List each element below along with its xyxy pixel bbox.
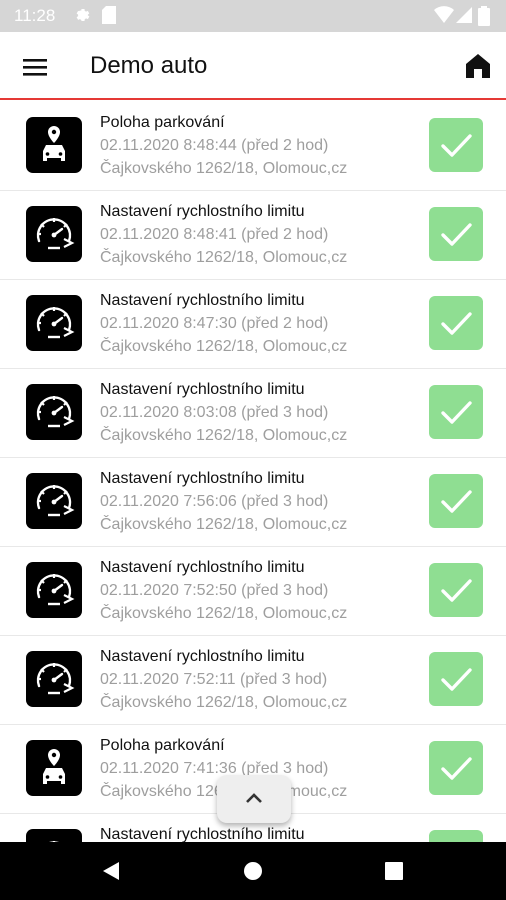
event-address: Čajkovského 1262/18, Olomouc,cz (100, 160, 348, 177)
event-row[interactable]: Poloha parkování 02.11.2020 8:48:44 (před… (0, 102, 506, 191)
hamburger-menu-icon[interactable] (20, 52, 50, 82)
event-row[interactable]: Nastavení rychlostního limitu 02.11.2020 … (0, 191, 506, 280)
confirmed-checkmark-icon[interactable] (429, 296, 483, 350)
gear-icon (74, 6, 92, 29)
confirmed-checkmark-icon[interactable] (429, 207, 483, 261)
back-icon[interactable] (101, 861, 121, 886)
event-date: 02.11.2020 7:52:50 (před 3 hod) (100, 582, 329, 599)
confirmed-checkmark-icon[interactable] (429, 385, 483, 439)
speedometer-icon (26, 562, 82, 618)
event-row[interactable]: Nastavení rychlostního limitu 02.11.2020 … (0, 369, 506, 458)
event-title: Nastavení rychlostního limitu (100, 381, 305, 398)
battery-icon (478, 6, 490, 31)
speedometer-icon (26, 295, 82, 351)
event-date: 02.11.2020 8:47:30 (před 2 hod) (100, 315, 329, 332)
speedometer-icon (26, 384, 82, 440)
status-bar: 11:28 (0, 0, 506, 32)
event-address: Čajkovského 1262/18, Olomouc,cz (100, 338, 348, 355)
event-address: Čajkovského 1262/18, Olomouc,cz (100, 694, 348, 711)
home-icon[interactable] (462, 50, 494, 82)
speedometer-icon (26, 206, 82, 262)
page-title: Demo auto (90, 52, 208, 79)
event-date: 02.11.2020 7:56:06 (před 3 hod) (100, 493, 329, 510)
confirmed-checkmark-icon[interactable] (429, 474, 483, 528)
event-date: 02.11.2020 7:41:36 (před 3 hod) (100, 760, 329, 777)
event-title: Nastavení rychlostního limitu (100, 292, 305, 309)
event-date: 02.11.2020 8:03:08 (před 3 hod) (100, 404, 329, 421)
event-address: Čajkovského 1262/18, Olomouc,cz (100, 516, 348, 533)
speedometer-icon (26, 829, 82, 842)
sim-icon (102, 6, 116, 29)
event-title: Nastavení rychlostního limitu (100, 559, 305, 576)
event-row[interactable]: Nastavení rychlostního limitu 02.11.2020 … (0, 458, 506, 547)
confirmed-checkmark-icon[interactable] (429, 830, 483, 842)
event-title: Nastavení rychlostního limitu (100, 648, 305, 665)
event-address: Čajkovského 1262/18, Olomouc,cz (100, 427, 348, 444)
event-date: 02.11.2020 7:52:11 (před 3 hod) (100, 671, 328, 688)
speedometer-icon (26, 651, 82, 707)
parking-location-icon (26, 740, 82, 796)
recents-icon[interactable] (384, 861, 404, 886)
scroll-up-button[interactable] (217, 775, 291, 823)
event-title: Poloha parkování (100, 114, 225, 131)
home-circle-icon[interactable] (243, 861, 263, 886)
event-title: Poloha parkování (100, 737, 225, 754)
event-title: Nastavení rychlostního limitu (100, 203, 305, 220)
confirmed-checkmark-icon[interactable] (429, 563, 483, 617)
event-row[interactable]: Nastavení rychlostního limitu 02.11.2020 … (0, 547, 506, 636)
status-time: 11:28 (14, 6, 56, 25)
event-title: Nastavení rychlostního limitu (100, 470, 305, 487)
event-list[interactable]: Poloha parkování 02.11.2020 8:48:44 (před… (0, 102, 506, 842)
speedometer-icon (26, 473, 82, 529)
signal-icon (456, 6, 472, 29)
event-row[interactable]: Nastavení rychlostního limitu 02.11.2020 … (0, 280, 506, 369)
wifi-icon (434, 6, 454, 29)
confirmed-checkmark-icon[interactable] (429, 652, 483, 706)
event-row[interactable]: Nastavení rychlostního limitu 02.11.2020 … (0, 636, 506, 725)
confirmed-checkmark-icon[interactable] (429, 118, 483, 172)
chevron-up-icon (246, 793, 262, 803)
event-address: Čajkovského 1262/18, Olomouc,cz (100, 605, 348, 622)
event-title: Nastavení rychlostního limitu (100, 826, 305, 842)
confirmed-checkmark-icon[interactable] (429, 741, 483, 795)
app-bar: Demo auto (0, 32, 506, 100)
event-date: 02.11.2020 8:48:41 (před 2 hod) (100, 226, 329, 243)
event-address: Čajkovského 1262/18, Olomouc,cz (100, 249, 348, 266)
system-nav-bar (0, 842, 506, 900)
event-date: 02.11.2020 8:48:44 (před 2 hod) (100, 137, 329, 154)
parking-location-icon (26, 117, 82, 173)
